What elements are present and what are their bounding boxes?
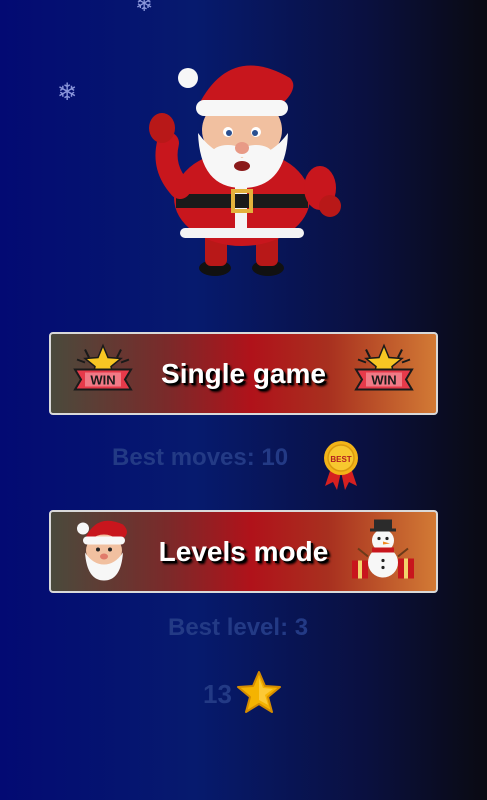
- levels-mode-label: Levels mode: [158, 535, 329, 567]
- santa-face-icon: [75, 516, 133, 587]
- single-game-button[interactable]: WIN Single game WIN: [49, 332, 438, 415]
- win-badge-icon: WIN: [71, 343, 135, 404]
- star-icon: [236, 670, 282, 719]
- stars-count: 13: [203, 679, 232, 709]
- santa-illustration: [140, 48, 350, 283]
- win-badge-icon: WIN: [352, 343, 416, 404]
- single-game-label: Single game: [161, 357, 326, 389]
- snowman-gifts-icon: [350, 516, 416, 587]
- best-level-text: Best level: 3: [168, 614, 309, 641]
- best-moves-text: Best moves: 10: [112, 444, 289, 471]
- svg-text:BEST: BEST: [330, 455, 351, 464]
- stars-counter: 13: [203, 670, 282, 719]
- best-medal-icon: BEST: [321, 440, 361, 495]
- svg-text:WIN: WIN: [371, 372, 396, 387]
- levels-mode-button[interactable]: Levels mode: [49, 510, 438, 593]
- svg-text:WIN: WIN: [90, 372, 115, 387]
- snowflake-icon: ❄: [135, 0, 154, 17]
- snowflake-icon: ❄: [57, 78, 78, 106]
